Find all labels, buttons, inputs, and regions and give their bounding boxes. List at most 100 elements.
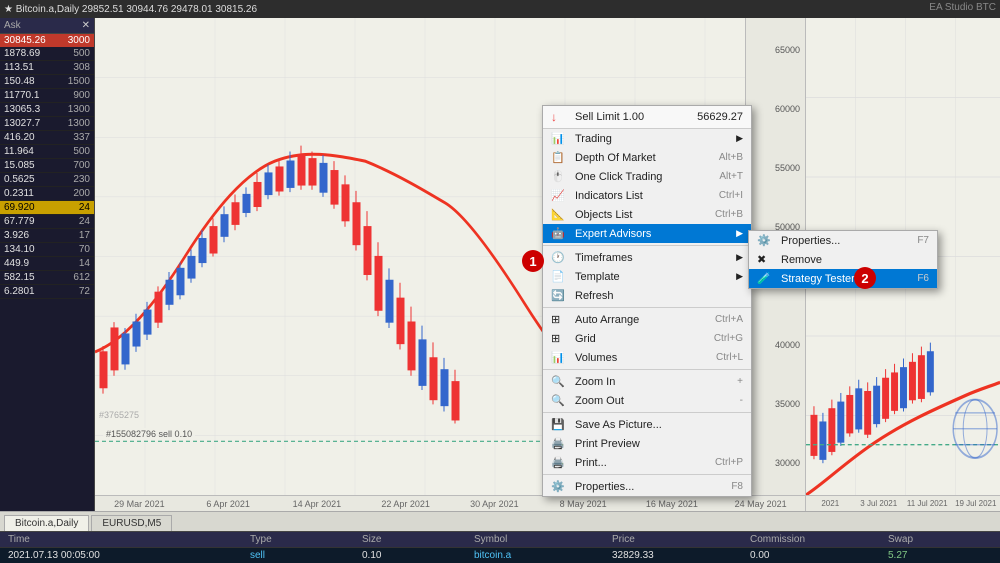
price-val-8: 11.964 <box>4 146 34 157</box>
col-price: Price <box>608 533 746 546</box>
context-menu-top-item[interactable]: ↓ Sell Limit 1.00 56629.27 <box>543 106 751 129</box>
volumes-icon: 📊 <box>551 351 569 364</box>
ctx-dom[interactable]: 📋 Depth Of Market Alt+B <box>543 148 751 167</box>
volumes-shortcut: Ctrl+L <box>716 352 743 363</box>
ea-sub-remove[interactable]: ✖ Remove <box>749 250 937 269</box>
ctx-printpreview[interactable]: 🖨️ Print Preview <box>543 434 751 453</box>
ctx-autoarrange-label: Auto Arrange <box>575 314 715 326</box>
annotation-number-2: 2 <box>854 267 876 289</box>
close-panel-btn[interactable]: ✕ <box>82 20 90 31</box>
zoomout-icon: 🔍 <box>551 394 569 407</box>
annotation-number-1: 1 <box>522 250 544 272</box>
ctx-grid[interactable]: ⊞ Grid Ctrl+G <box>543 329 751 348</box>
oneclick-icon: 🖱️ <box>551 170 569 183</box>
trade-row: 2021.07.13 00:05:00 sell 0.10 bitcoin.a … <box>0 547 1000 563</box>
main-container: ★ Bitcoin.a,Daily 29852.51 30944.76 2947… <box>0 0 1000 563</box>
trade-price: 32829.33 <box>608 549 746 562</box>
context-menu: ↓ Sell Limit 1.00 56629.27 📊 Trading ▶ 📋… <box>542 105 752 497</box>
right-date-2: 11 Jul 2021 <box>903 499 952 508</box>
price-size-13: 24 <box>79 216 90 227</box>
date-tick-0: 29 Mar 2021 <box>95 499 184 509</box>
indicators-icon: 📈 <box>551 189 569 202</box>
ctx-objects[interactable]: 📐 Objects List Ctrl+B <box>543 205 751 224</box>
date-tick-7: 24 May 2021 <box>716 499 805 509</box>
ctx-printpreview-label: Print Preview <box>575 438 743 450</box>
price-val-16: 449.9 <box>4 258 29 269</box>
ctx-indicators-label: Indicators List <box>575 190 719 202</box>
ctx-trading[interactable]: 📊 Trading ▶ <box>543 129 751 148</box>
template-arrow: ▶ <box>736 271 743 282</box>
price-size-15: 70 <box>79 244 90 255</box>
price-size-1: 500 <box>73 48 90 59</box>
trade-symbol: bitcoin.a <box>470 549 608 562</box>
price-val-6: 13027.7 <box>4 118 40 129</box>
chart-title: ★ Bitcoin.a,Daily 29852.51 30944.76 2947… <box>4 4 257 15</box>
ctx-zoomout[interactable]: 🔍 Zoom Out - <box>543 391 751 410</box>
price-size-7: 337 <box>73 132 90 143</box>
ctx-zoomin-label: Zoom In <box>575 376 737 388</box>
ctx-oneclick[interactable]: 🖱️ One Click Trading Alt+T <box>543 167 751 186</box>
remove-icon: ✖ <box>757 253 775 266</box>
ctx-savepic-label: Save As Picture... <box>575 419 743 431</box>
ctx-grid-label: Grid <box>575 333 714 345</box>
ctx-savepic[interactable]: 💾 Save As Picture... <box>543 415 751 434</box>
printpreview-icon: 🖨️ <box>551 437 569 450</box>
price-val-2: 113.51 <box>4 62 34 73</box>
ctx-zoomin[interactable]: 🔍 Zoom In + <box>543 372 751 391</box>
price-size-5: 1300 <box>68 104 90 115</box>
ctx-print-label: Print... <box>575 457 715 469</box>
price-size-10: 230 <box>73 174 90 185</box>
left-number-label: #3765275 <box>99 410 139 420</box>
price-tick-7: 35000 <box>748 399 803 409</box>
ctx-properties-label: Properties... <box>575 481 731 493</box>
oneclick-shortcut: Alt+T <box>719 171 743 182</box>
price-size-14: 17 <box>79 230 90 241</box>
price-size-2: 308 <box>73 62 90 73</box>
grid-icon: ⊞ <box>551 332 569 345</box>
col-time: Time <box>4 533 246 546</box>
trade-size: 0.10 <box>358 549 470 562</box>
zoomout-shortcut: - <box>740 395 743 406</box>
ctx-ea[interactable]: 🤖 Expert Advisors ▶ <box>543 224 751 243</box>
ea-sub-strategy-tester[interactable]: 🧪 Strategy Tester F6 <box>749 269 937 288</box>
price-val-5: 13065.3 <box>4 104 40 115</box>
price-size-12: 24 <box>79 202 90 213</box>
col-symbol: Symbol <box>470 533 608 546</box>
ctx-volumes[interactable]: 📊 Volumes Ctrl+L <box>543 348 751 367</box>
tab-bitcoin[interactable]: Bitcoin.a,Daily <box>4 515 89 531</box>
timeframes-arrow: ▶ <box>736 252 743 263</box>
ctx-refresh[interactable]: 🔄 Refresh <box>543 286 751 305</box>
ea-icon: 🤖 <box>551 227 569 240</box>
separator-5 <box>543 474 751 475</box>
price-size-11: 200 <box>73 188 90 199</box>
price-val-12: 69.920 <box>4 202 35 213</box>
ctx-properties[interactable]: ⚙️ Properties... F8 <box>543 477 751 496</box>
ctx-objects-label: Objects List <box>575 209 715 221</box>
zoomin-icon: 🔍 <box>551 375 569 388</box>
right-date-1: 3 Jul 2021 <box>855 499 904 508</box>
right-date-0: 2021 <box>806 499 855 508</box>
date-tick-2: 14 Apr 2021 <box>273 499 362 509</box>
ctx-autoarrange[interactable]: ⊞ Auto Arrange Ctrl+A <box>543 310 751 329</box>
trade-table-header: Time Type Size Symbol Price Commission S… <box>0 531 1000 547</box>
sell-limit-price: 56629.27 <box>697 111 743 123</box>
properties2-icon: ⚙️ <box>757 234 775 247</box>
tab-eurusd[interactable]: EURUSD,M5 <box>91 515 172 531</box>
ctx-timeframes[interactable]: 🕐 Timeframes ▶ <box>543 248 751 267</box>
date-tick-3: 22 Apr 2021 <box>361 499 450 509</box>
indicators-shortcut: Ctrl+I <box>719 190 743 201</box>
ctx-timeframes-label: Timeframes <box>575 252 736 264</box>
ctx-print[interactable]: 🖨️ Print... Ctrl+P <box>543 453 751 472</box>
ea-sub-properties[interactable]: ⚙️ Properties... F7 <box>749 231 937 250</box>
price-val-14: 3.926 <box>4 230 29 241</box>
objects-icon: 📐 <box>551 208 569 221</box>
ctx-oneclick-label: One Click Trading <box>575 171 719 183</box>
price-val-17: 582.15 <box>4 272 35 283</box>
price-size-17: 612 <box>73 272 90 283</box>
ctx-template[interactable]: 📄 Template ▶ <box>543 267 751 286</box>
ctx-zoomout-label: Zoom Out <box>575 395 740 407</box>
price-size-8: 500 <box>73 146 90 157</box>
price-size-16: 14 <box>79 258 90 269</box>
timeframes-icon: 🕐 <box>551 251 569 264</box>
ctx-indicators[interactable]: 📈 Indicators List Ctrl+I <box>543 186 751 205</box>
